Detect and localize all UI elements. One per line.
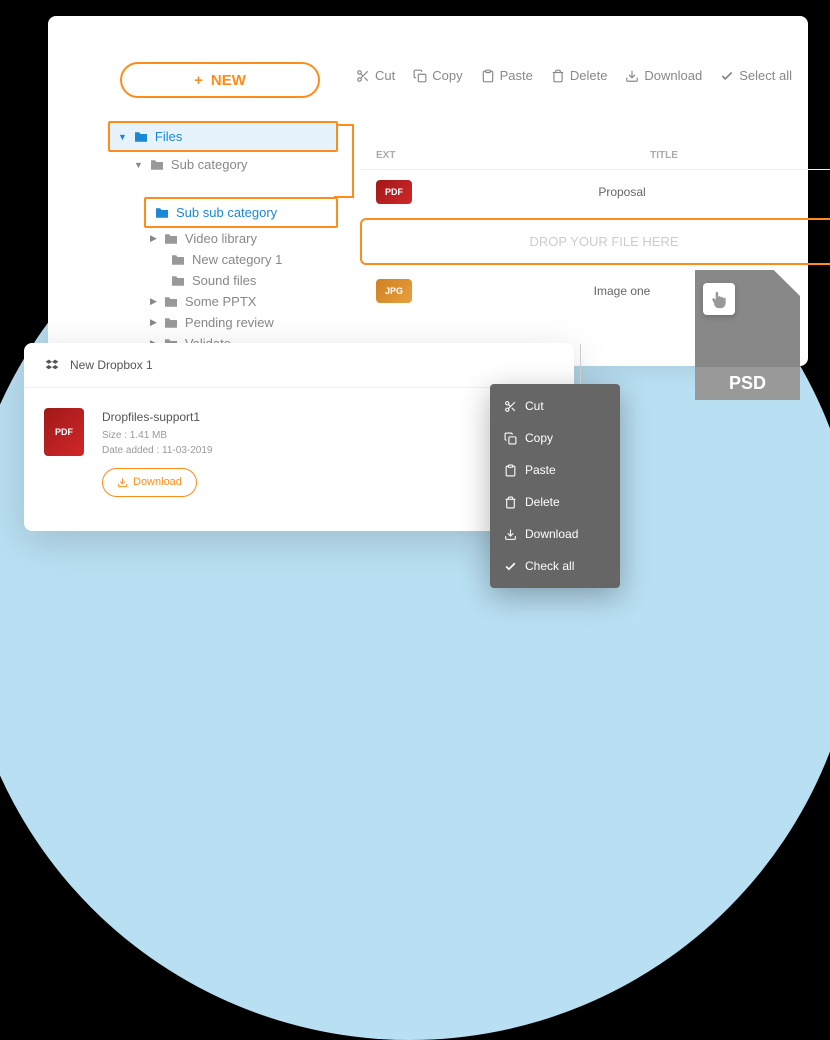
trash-icon [551, 69, 565, 83]
dropbox-title: New Dropbox 1 [70, 358, 153, 372]
file-row[interactable]: PDF Proposal [360, 170, 830, 214]
file-name: Dropfiles-support1 [102, 408, 212, 426]
tree-item-label: Sound files [192, 273, 256, 288]
main-panel: + NEW Cut Copy Paste Delete Download Sel… [48, 16, 808, 366]
copy-icon [413, 69, 427, 83]
download-label: Download [644, 68, 702, 83]
clipboard-icon [504, 464, 517, 477]
tree-item-video[interactable]: ▶ Video library [144, 228, 338, 249]
ctx-check-all-label: Check all [525, 559, 574, 573]
select-all-label: Select all [739, 68, 792, 83]
clipboard-icon [481, 69, 495, 83]
pdf-thumbnail: PDF [44, 408, 84, 456]
context-menu: Cut Copy Paste Delete Download Check all [490, 384, 620, 588]
new-button-label: NEW [211, 72, 246, 89]
caret-right-icon: ▶ [150, 233, 157, 244]
header-ext: EXT [376, 150, 496, 161]
tree-item-sound[interactable]: Sound files [164, 270, 338, 291]
tree-item-label: Pending review [185, 315, 274, 330]
tree-root-files[interactable]: ▼ Files [108, 121, 338, 152]
ctx-delete-label: Delete [525, 495, 560, 509]
ctx-download[interactable]: Download [490, 518, 620, 550]
caret-right-icon: ▶ [150, 296, 157, 307]
folder-icon [149, 159, 165, 171]
download-label: Download [133, 474, 182, 491]
ctx-delete[interactable]: Delete [490, 486, 620, 518]
delete-label: Delete [570, 68, 608, 83]
folder-icon [133, 131, 149, 143]
pdf-badge: PDF [376, 180, 412, 204]
download-icon [625, 69, 639, 83]
caret-right-icon: ▶ [150, 317, 157, 328]
download-icon [117, 477, 128, 488]
drag-cursor-icon [703, 283, 735, 315]
tree-root-label: Files [155, 129, 182, 144]
new-button[interactable]: + NEW [120, 62, 320, 98]
copy-label: Copy [432, 68, 462, 83]
ctx-download-label: Download [525, 527, 578, 541]
folder-icon [170, 254, 186, 266]
cut-label: Cut [375, 68, 395, 83]
copy-button[interactable]: Copy [413, 68, 462, 83]
ctx-copy-label: Copy [525, 431, 553, 445]
tree-item-new-category[interactable]: New category 1 [164, 249, 338, 270]
folder-tree: ▼ Files ▼ Sub category Sub sub category … [108, 121, 338, 354]
ctx-cut[interactable]: Cut [490, 390, 620, 422]
tree-sub-sub-category[interactable]: Sub sub category [144, 197, 338, 228]
tree-item-label: Some PPTX [185, 294, 257, 309]
folder-icon [163, 233, 179, 245]
file-size: Size : 1.41 MB [102, 428, 212, 443]
drop-hint-label: DROP YOUR FILE HERE [529, 234, 678, 249]
ctx-paste[interactable]: Paste [490, 454, 620, 486]
folder-icon [163, 296, 179, 308]
check-icon [504, 560, 517, 573]
header-title: TITLE [496, 150, 830, 161]
drop-zone[interactable]: DROP YOUR FILE HERE [360, 218, 830, 265]
tree-sub-category[interactable]: ▼ Sub category [128, 154, 338, 175]
tree-item-label: New category 1 [192, 252, 282, 267]
caret-down-icon: ▼ [134, 160, 143, 170]
file-title: Proposal [412, 185, 830, 199]
tree-item-pending[interactable]: ▶ Pending review [144, 312, 338, 333]
tree-sub-sub-label: Sub sub category [176, 205, 277, 220]
cut-button[interactable]: Cut [356, 68, 395, 83]
dropbox-header: New Dropbox 1 [24, 343, 574, 388]
check-icon [720, 69, 734, 83]
paste-button[interactable]: Paste [481, 68, 533, 83]
paste-label: Paste [500, 68, 533, 83]
tree-sub-category-label: Sub category [171, 157, 248, 172]
ctx-paste-label: Paste [525, 463, 556, 477]
caret-down-icon: ▼ [118, 132, 127, 142]
folder-icon [154, 207, 170, 219]
download-file-button[interactable]: Download [102, 468, 197, 497]
dropbox-icon [44, 357, 60, 373]
plus-icon: + [194, 72, 203, 89]
folder-icon [170, 275, 186, 287]
ctx-copy[interactable]: Copy [490, 422, 620, 454]
file-list-header: EXT TITLE [360, 142, 830, 170]
file-date: Date added : 11-03-2019 [102, 443, 212, 458]
file-meta: Dropfiles-support1 Size : 1.41 MB Date a… [102, 408, 212, 497]
copy-icon [504, 432, 517, 445]
scissors-icon [504, 400, 517, 413]
psd-label: PSD [695, 367, 800, 400]
delete-button[interactable]: Delete [551, 68, 608, 83]
tree-item-pptx[interactable]: ▶ Some PPTX [144, 291, 338, 312]
download-button[interactable]: Download [625, 68, 702, 83]
ctx-cut-label: Cut [525, 399, 544, 413]
trash-icon [504, 496, 517, 509]
toolbar: Cut Copy Paste Delete Download Select al… [356, 68, 792, 83]
select-all-button[interactable]: Select all [720, 68, 792, 83]
tree-item-label: Video library [185, 231, 257, 246]
scissors-icon [356, 69, 370, 83]
jpg-badge: JPG [376, 279, 412, 303]
ctx-check-all[interactable]: Check all [490, 550, 620, 582]
folder-icon [163, 317, 179, 329]
download-icon [504, 528, 517, 541]
